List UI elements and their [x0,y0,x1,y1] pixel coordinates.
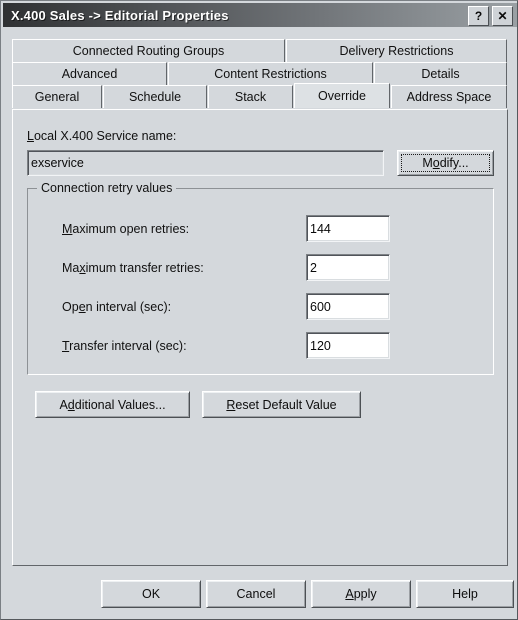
connection-retry-values-group: Connection retry values Maximum open ret… [27,181,494,375]
tab-delivery-restrictions[interactable]: Delivery Restrictions [286,39,507,62]
tab-stack[interactable]: Stack [208,85,293,108]
close-icon[interactable]: ✕ [492,6,513,26]
transfer-interval-label: Transfer interval (sec): [62,339,187,353]
tab-page-override: Local X.400 Service name: exservice Modi… [12,109,508,566]
tab-row-2: Advanced Content Restrictions Details [12,62,508,85]
tab-row-3: General Schedule Stack Override Address … [12,83,508,108]
help-icon[interactable]: ? [468,6,489,26]
tab-label: Details [421,67,460,81]
group-title: Connection retry values [37,181,177,195]
properties-dialog-window: X.400 Sales -> Editorial Properties ? ✕ … [0,0,518,620]
tab-general[interactable]: General [12,85,102,108]
tab-label: Stack [234,90,267,104]
maximum-open-retries-label: Maximum open retries: [62,222,190,236]
window-title: X.400 Sales -> Editorial Properties [11,7,229,23]
transfer-interval-input[interactable]: 120 [306,332,390,359]
tab-details[interactable]: Details [374,62,507,85]
tab-connected-routing-groups[interactable]: Connected Routing Groups [12,39,285,62]
maximum-open-retries-input[interactable]: 144 [306,215,390,242]
maximum-transfer-retries-label: Maximum transfer retries: [62,261,204,275]
tab-label: Advanced [61,67,118,81]
tab-address-space[interactable]: Address Space [391,85,507,108]
maximum-transfer-retries-input[interactable]: 2 [306,254,390,281]
cancel-button-label: Cancel [236,587,276,601]
tab-row-1: Connected Routing Groups Delivery Restri… [12,39,508,62]
dialog-button-bar: OK Cancel Apply Help [3,569,517,619]
transfer-interval-value: 120 [310,338,331,353]
tab-label: Address Space [406,90,492,104]
tab-label: General [34,90,80,104]
tab-override[interactable]: Override [294,83,390,108]
open-interval-value: 600 [310,299,331,314]
maximum-open-retries-value: 144 [310,221,331,236]
tab-schedule[interactable]: Schedule [103,85,207,108]
maximum-transfer-retries-value: 2 [310,260,317,275]
tab-label: Content Restrictions [214,67,327,81]
tab-label: Schedule [128,90,182,104]
ok-button-label: OK [141,587,161,601]
service-name-field[interactable]: exservice [27,150,384,176]
additional-values-button[interactable]: Additional Values... [35,391,190,418]
service-name-value: exservice [31,156,84,170]
help-button-label: Help [452,587,478,601]
service-name-label-text: ocal X.400 Service name: [33,129,177,143]
additional-values-label: Additional Values... [59,397,166,412]
modify-button[interactable]: Modify... [397,150,494,176]
apply-button[interactable]: Apply [311,580,411,608]
cancel-button[interactable]: Cancel [206,580,306,608]
tab-advanced[interactable]: Advanced [12,62,167,85]
open-interval-label: Open interval (sec): [62,300,172,314]
open-interval-input[interactable]: 600 [306,293,390,320]
tab-label: Connected Routing Groups [72,44,225,58]
service-name-label: Local X.400 Service name: [27,129,177,143]
apply-button-label: Apply [345,587,377,601]
tab-label: Delivery Restrictions [339,44,454,58]
help-button[interactable]: Help [416,580,514,608]
tab-strip: Connected Routing Groups Delivery Restri… [12,39,508,110]
reset-default-value-button[interactable]: Reset Default Value [202,391,361,418]
tab-content-restrictions[interactable]: Content Restrictions [168,62,373,85]
title-bar-buttons: ? ✕ [468,6,513,26]
tab-label: Override [318,89,366,103]
title-bar[interactable]: X.400 Sales -> Editorial Properties ? ✕ [3,3,517,27]
reset-default-value-label: Reset Default Value [226,397,337,412]
ok-button[interactable]: OK [101,580,201,608]
modify-button-label: Modify... [422,156,469,170]
